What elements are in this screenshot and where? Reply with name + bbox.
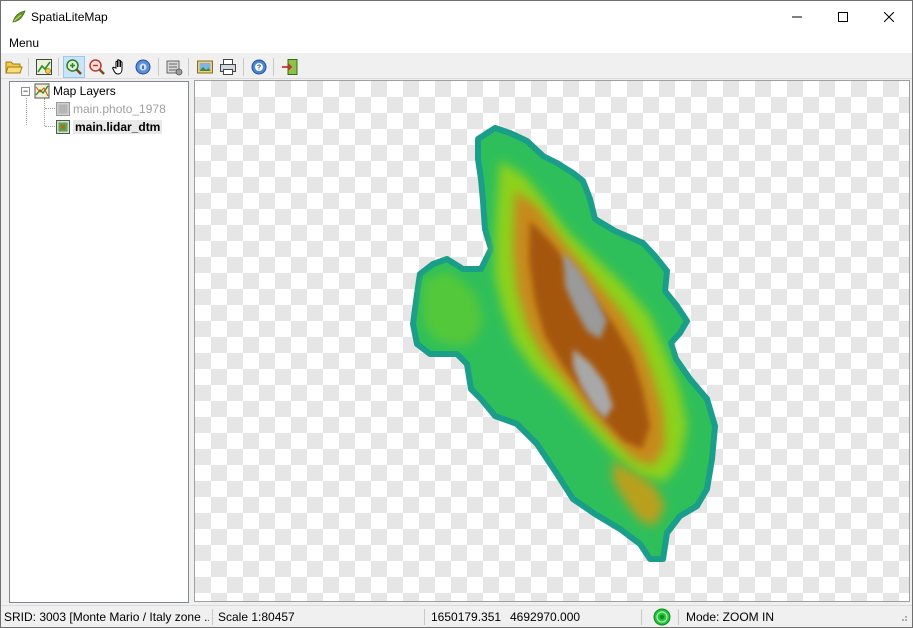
pan-button[interactable] [109, 56, 131, 78]
raster-layer-icon [56, 102, 70, 116]
open-icon [5, 61, 23, 74]
print-button[interactable] [217, 56, 239, 78]
minimize-button[interactable] [774, 1, 820, 33]
exit-button[interactable] [279, 56, 301, 78]
export-image-button[interactable] [194, 56, 216, 78]
app-logo-icon [12, 10, 26, 23]
mode-status: Mode: ZOOM IN [686, 610, 775, 624]
map-layers-icon [34, 83, 50, 99]
y-coordinate: 4692970.000 [510, 610, 581, 624]
maximize-icon [838, 12, 848, 22]
scale-status: Scale 1:80457 [218, 610, 295, 624]
svg-text:?: ? [257, 65, 261, 72]
zoom-in-icon [66, 59, 82, 75]
srid-status: SRID: 3003 [Monte Mario / Italy zone ... [4, 610, 209, 624]
toolbar: ? [1, 54, 912, 79]
x-coordinate: 1650179.351 [431, 610, 502, 624]
target-icon [653, 608, 671, 626]
title-bar: SpatiaLiteMap [1, 1, 912, 33]
status-bar: SRID: 3003 [Monte Mario / Italy zone ...… [1, 605, 912, 627]
map-canvas[interactable] [194, 80, 910, 602]
minimize-icon [792, 16, 802, 18]
collapse-toggle[interactable]: − [21, 86, 30, 96]
tree-root-label: Map Layers [53, 84, 116, 98]
app-window: SpatiaLiteMap Menu ? − Map Layers main.p… [0, 0, 913, 628]
menu-bar: Menu [1, 33, 912, 53]
identify-icon [135, 59, 151, 75]
export-image-icon [197, 60, 213, 74]
tree-layer-lidar-dtm[interactable]: main.lidar_dtm [56, 118, 163, 136]
zoom-in-button[interactable] [63, 56, 85, 78]
window-title: SpatiaLiteMap [31, 10, 108, 24]
open-button[interactable] [3, 56, 25, 78]
close-button[interactable] [866, 1, 912, 33]
resize-grip-icon [902, 616, 907, 621]
layer-label: main.lidar_dtm [73, 120, 163, 134]
layer-icon [36, 59, 52, 75]
tree-root-map-layers[interactable]: − Map Layers [21, 82, 116, 100]
help-icon: ? [251, 59, 267, 75]
layer-button[interactable] [33, 56, 55, 78]
print-icon [220, 59, 236, 75]
identify-button[interactable] [132, 56, 154, 78]
pan-hand-icon [112, 59, 123, 75]
layer-tree-panel: − Map Layers main.photo_1978 main.lidar_… [9, 81, 189, 603]
zoom-out-button[interactable] [86, 56, 108, 78]
menu-main[interactable]: Menu [9, 36, 39, 50]
zoom-out-icon [89, 59, 105, 75]
gps-status-icon [651, 606, 673, 628]
layer-label: main.photo_1978 [73, 102, 166, 116]
maximize-button[interactable] [820, 1, 866, 33]
settings-button[interactable] [163, 56, 185, 78]
close-icon [884, 12, 894, 22]
exit-icon [282, 59, 298, 75]
help-button[interactable]: ? [248, 56, 270, 78]
dtm-raster [410, 125, 718, 562]
raster-layer-icon [56, 120, 70, 134]
tree-layer-photo-1978[interactable]: main.photo_1978 [56, 100, 166, 118]
resize-grip[interactable] [898, 606, 910, 628]
settings-icon [166, 60, 183, 76]
